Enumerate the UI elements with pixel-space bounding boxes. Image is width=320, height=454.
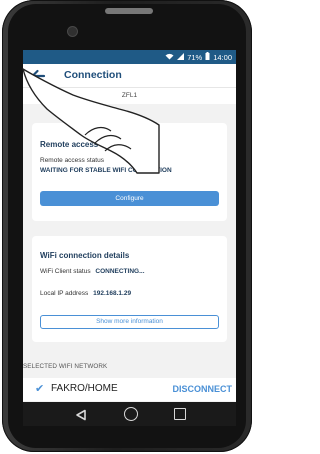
selected-network-section-label: SELECTED WIFI NETWORK [23,363,108,370]
battery-percent: 71% [187,52,203,62]
app-bar: Connection [23,64,236,88]
remote-status-label: Remote access status [40,157,104,164]
wifi-details-card: WiFi connection details WiFi Client stat… [32,236,227,342]
nav-home-icon[interactable] [124,407,138,421]
remote-status-value: WAITING FOR STABLE WIFI CONNECTION [40,167,172,174]
wifi-client-status-value: CONNECTING... [95,268,145,275]
battery-icon [205,52,210,62]
earpiece [105,8,153,14]
wifi-icon [165,53,174,62]
wifi-details-title: WiFi connection details [40,251,130,260]
show-more-button[interactable]: Show more information [40,315,219,329]
remote-access-title: Remote access details [40,140,126,149]
front-camera [68,27,77,36]
signal-icon [177,52,185,62]
disconnect-button[interactable]: DISCONNECT [172,384,232,394]
status-bar: 71% 14:00 [23,50,236,64]
network-name: FAKRO/HOME [51,383,118,394]
nav-recent-apps-icon[interactable] [174,408,186,420]
arrow-left-icon[interactable] [30,68,46,84]
remote-access-card: Remote access details Remote access stat… [32,123,227,221]
page-title: Connection [64,69,122,81]
check-icon: ✔ [35,383,45,395]
app-screen: 71% 14:00 Connection ZFL1 Remote access … [23,50,236,426]
local-ip-label: Local IP address [40,290,89,297]
configure-button[interactable]: Configure [40,191,219,206]
clock: 14:00 [213,52,232,62]
local-ip-value: 192.168.1.29 [93,290,132,297]
selected-network-row: ✔ FAKRO/HOME DISCONNECT [23,378,236,401]
phone-frame: 71% 14:00 Connection ZFL1 Remote access … [2,0,252,452]
nav-back-icon[interactable] [75,408,87,421]
local-ip-row: Local IP address 192.168.1.29 [40,290,131,297]
wifi-client-status-label: WiFi Client status [40,268,91,275]
android-nav-bar [23,402,236,426]
wifi-client-status-row: WiFi Client status CONNECTING... [40,268,145,275]
device-name: ZFL1 [23,88,236,104]
